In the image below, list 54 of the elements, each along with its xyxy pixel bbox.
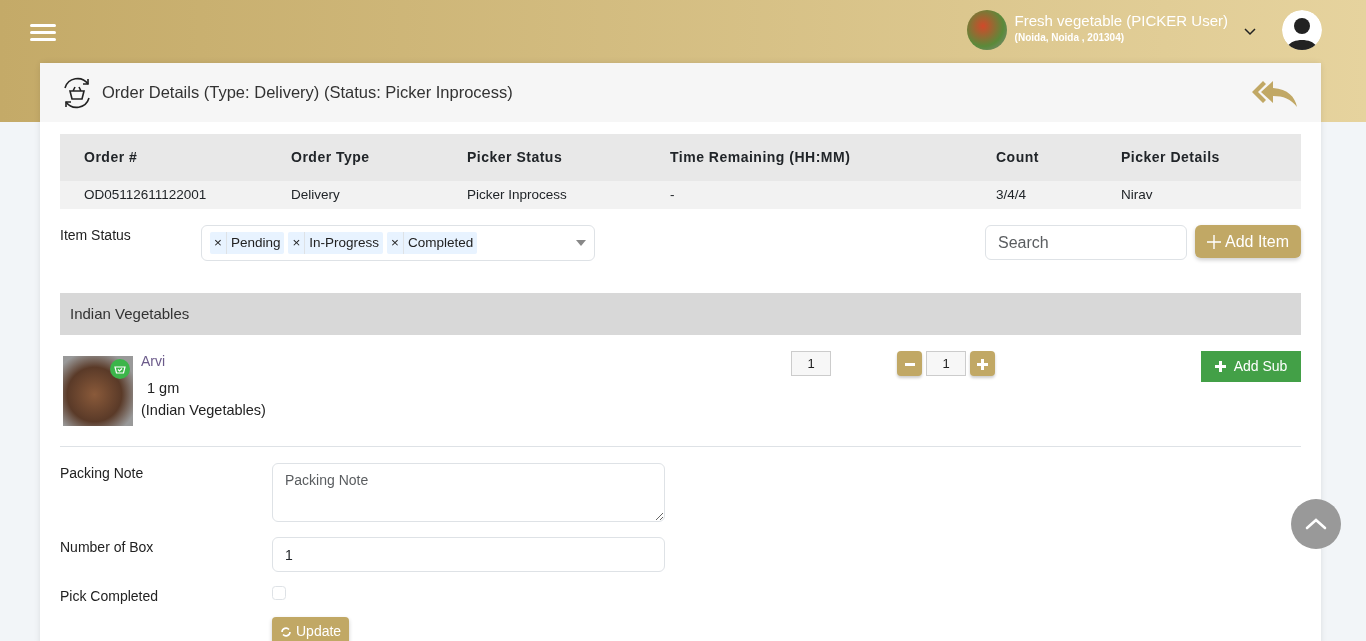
product-category: (Indian Vegetables) xyxy=(141,401,267,420)
search-field[interactable]: Search xyxy=(984,225,1187,261)
ordered-quantity: 1 xyxy=(791,351,831,377)
status-tag[interactable]: × Completed xyxy=(387,232,478,255)
store-photo-placeholder xyxy=(966,10,1007,50)
field-label: Packing Note xyxy=(60,464,145,484)
field-label: Pick Completed xyxy=(60,587,160,607)
table-cell: - xyxy=(646,181,972,210)
increase-button[interactable] xyxy=(970,351,995,377)
packing-note-field[interactable]: Packing Note xyxy=(272,463,665,523)
remove-tag-button[interactable]: × xyxy=(288,232,306,255)
number-of-box-field[interactable]: 1 xyxy=(272,537,665,573)
scroll-to-top-button[interactable] xyxy=(1291,499,1341,549)
table-cell: Delivery xyxy=(267,181,443,210)
column-header: Time Remaining (HH:MM) xyxy=(646,134,972,181)
table-cell: 3/4/4 xyxy=(972,181,1097,210)
decrease-button[interactable] xyxy=(897,351,922,377)
column-header: Order Type xyxy=(267,134,443,181)
sync-icon xyxy=(280,625,292,638)
field-label: Number of Box xyxy=(60,538,155,558)
status-tag[interactable]: × In-Progress xyxy=(288,232,384,255)
tag-label: Completed xyxy=(407,234,475,253)
avatar-icon[interactable] xyxy=(1282,10,1322,50)
chevron-down-icon[interactable] xyxy=(1244,28,1256,36)
product-name: Arvi xyxy=(141,352,167,372)
plus-icon xyxy=(1214,361,1226,373)
column-header: Order # xyxy=(60,134,267,181)
basket-check-badge-icon xyxy=(110,359,130,380)
pick-completed-checkbox[interactable] xyxy=(272,586,286,601)
category-header: Indian Vegetables xyxy=(60,293,1301,336)
status-tag[interactable]: × Pending xyxy=(210,232,285,255)
column-header: Count xyxy=(972,134,1097,181)
picked-quantity-field[interactable]: 1 xyxy=(926,351,966,377)
remove-tag-button[interactable]: × xyxy=(210,232,227,255)
remove-tag-button[interactable]: × xyxy=(387,232,404,255)
dropdown-caret-icon[interactable] xyxy=(576,240,586,247)
plus-icon xyxy=(977,359,988,371)
page-title: Order Details (Type: Delivery) (Status: Picker Inprocess) xyxy=(102,82,513,104)
minus-icon xyxy=(904,363,915,367)
column-header: Picker Details xyxy=(1097,134,1301,181)
menu-icon[interactable] xyxy=(30,24,56,42)
product-quantity: 1 gm xyxy=(147,379,181,399)
column-header: Picker Status xyxy=(443,134,646,181)
store-address: (Noida, Noida , 201304) xyxy=(1014,30,1126,45)
status-multiselect[interactable]: × Pending × In-Progress × Completed xyxy=(201,225,595,262)
table-cell: Picker Inprocess xyxy=(443,181,646,210)
chevron-up-icon xyxy=(1305,518,1327,530)
plus-icon xyxy=(1206,234,1221,249)
tag-label: In-Progress xyxy=(308,234,381,253)
store-name: Fresh vegetable (PICKER User) xyxy=(1014,13,1228,30)
table-cell: OD05112611122001 xyxy=(60,181,267,210)
table-cell: Nirav xyxy=(1097,181,1301,210)
item-status-label: Item Status xyxy=(60,226,132,246)
tag-label: Pending xyxy=(229,234,282,253)
